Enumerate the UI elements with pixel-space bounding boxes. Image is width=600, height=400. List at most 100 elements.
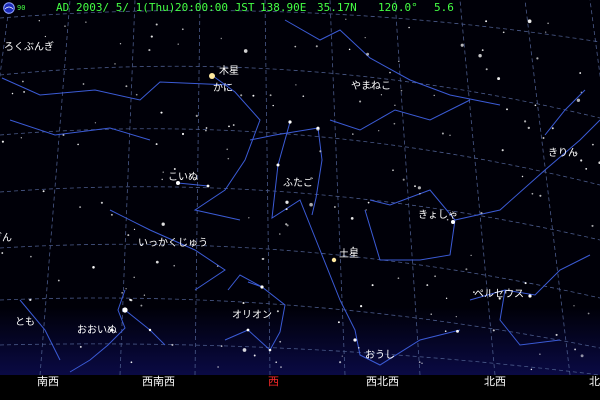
bright-star — [260, 285, 264, 289]
star — [402, 178, 405, 181]
constellation-label-puppis[interactable]: とも — [15, 317, 35, 329]
constellation-label-gemini[interactable]: ふたご — [283, 178, 313, 190]
star — [337, 321, 340, 324]
star — [161, 222, 165, 226]
star — [205, 129, 207, 132]
star-chart-window[interactable]: 90 AD 2003/ 5/ 1(Thu) 20:00:00 JST 138.9… — [0, 0, 600, 400]
direction-label-west[interactable]: 西 — [268, 375, 279, 389]
star — [44, 35, 47, 38]
star — [478, 54, 482, 58]
star — [129, 298, 132, 301]
star — [261, 257, 264, 261]
planet-label-jupiter[interactable]: 木星 — [219, 66, 239, 78]
star — [501, 149, 504, 152]
star — [155, 143, 158, 146]
star — [140, 304, 143, 307]
star — [173, 168, 176, 170]
star — [110, 213, 113, 216]
star — [285, 208, 288, 211]
logo-subscript: 90 — [17, 4, 26, 12]
star — [579, 72, 582, 74]
star — [133, 276, 135, 279]
star — [57, 279, 60, 282]
star — [171, 343, 174, 346]
star — [155, 23, 158, 26]
star — [414, 185, 416, 188]
sky-chart-canvas[interactable] — [0, 0, 600, 400]
star — [591, 224, 594, 227]
direction-label-north[interactable]: 北 — [589, 375, 600, 389]
star — [530, 368, 533, 371]
star — [378, 130, 380, 132]
star — [576, 98, 581, 102]
star — [352, 133, 354, 135]
constellation-label-camelopardalis[interactable]: きりん — [548, 148, 578, 160]
star — [173, 264, 175, 267]
constellation-label-orion[interactable]: オリオン — [232, 310, 272, 322]
constellation-label-lynx[interactable]: やまねこ — [351, 81, 391, 93]
horizon-strip — [0, 375, 600, 400]
planet-marker-saturn — [331, 257, 337, 263]
star — [480, 212, 483, 215]
star — [276, 310, 279, 313]
constellation-label-monoceros[interactable]: いっかくじゅう — [138, 238, 208, 250]
star — [150, 35, 153, 38]
star — [309, 202, 313, 207]
star — [433, 94, 435, 97]
bright-star — [246, 328, 250, 332]
star — [1, 252, 4, 254]
constellation-label-cancer[interactable]: かに — [213, 83, 233, 95]
constellation-label-partial-left[interactable]: ぎん — [0, 233, 12, 245]
bright-star — [122, 307, 128, 313]
constellation-label-canis-minor[interactable]: こいぬ — [168, 172, 198, 184]
observatory-logo-icon[interactable] — [3, 2, 15, 14]
star — [345, 18, 347, 21]
constellation-label-auriga[interactable]: きょしゃ — [418, 210, 458, 222]
star — [100, 201, 103, 204]
star — [398, 60, 400, 63]
star — [580, 91, 582, 93]
constellation-label-perseus[interactable]: ペルセウス — [474, 289, 524, 301]
star — [527, 19, 532, 24]
star — [315, 45, 318, 48]
direction-label-southwest[interactable]: 南西 — [37, 375, 59, 389]
direction-label-west-southwest[interactable]: 西南西 — [142, 375, 175, 389]
star — [531, 192, 534, 195]
bright-star — [528, 294, 532, 298]
star — [444, 330, 447, 333]
star — [285, 200, 289, 204]
star — [485, 68, 488, 71]
direction-label-northwest[interactable]: 北西 — [484, 375, 506, 389]
star — [77, 143, 79, 146]
star — [228, 125, 230, 128]
planet-marker-jupiter — [209, 73, 215, 79]
star — [272, 104, 274, 107]
star — [127, 234, 130, 237]
constellation-label-sextans[interactable]: ろくぶんぎ — [4, 42, 54, 54]
star — [252, 94, 255, 97]
latitude-value: 35.17N — [317, 1, 357, 14]
star — [242, 301, 245, 305]
bright-star — [316, 126, 320, 130]
star — [417, 186, 422, 190]
planet-label-saturn[interactable]: 土星 — [339, 249, 359, 261]
constellation-label-taurus[interactable]: おうし — [365, 350, 395, 362]
star — [421, 362, 423, 364]
star — [339, 361, 342, 364]
star — [348, 48, 351, 51]
star — [585, 167, 588, 170]
star — [449, 134, 451, 136]
star — [539, 194, 542, 197]
star — [580, 159, 583, 162]
star — [400, 89, 403, 92]
star — [181, 132, 185, 136]
star — [155, 260, 159, 264]
star — [551, 127, 554, 130]
star — [280, 366, 282, 368]
star — [470, 254, 472, 256]
star — [408, 26, 410, 29]
constellation-label-canis-major[interactable]: おおいぬ — [77, 325, 117, 337]
star — [371, 284, 374, 287]
direction-label-west-northwest[interactable]: 西北西 — [366, 375, 399, 389]
star — [492, 329, 495, 332]
